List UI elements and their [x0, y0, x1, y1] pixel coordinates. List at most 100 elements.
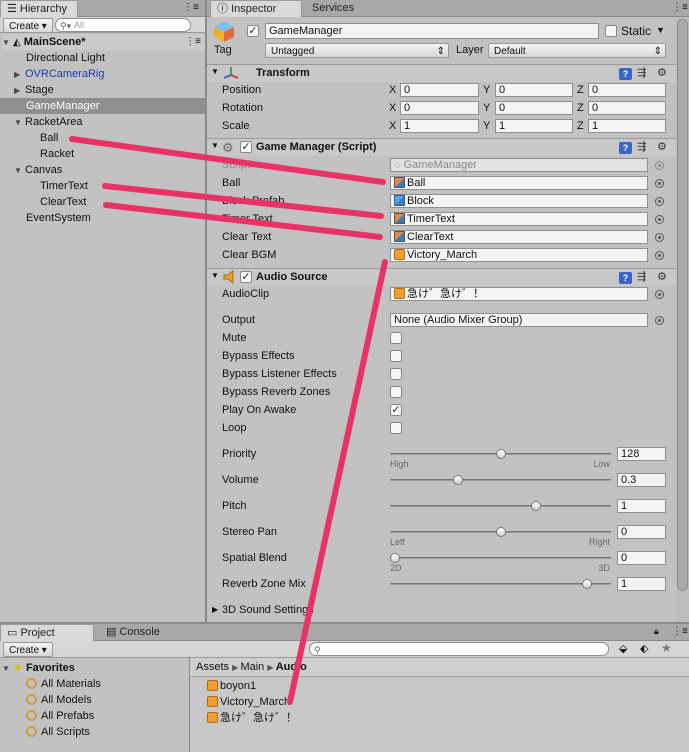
breadcrumb-main[interactable]: Main	[240, 661, 264, 673]
scale-z-field[interactable]: 1	[588, 119, 666, 133]
audio-checkbox[interactable]	[390, 350, 402, 362]
asset-item[interactable]: 急け゛急け゛！	[207, 710, 297, 726]
breadcrumb-audio[interactable]: Audio	[276, 661, 307, 673]
slider-value-field[interactable]: 1	[617, 499, 666, 513]
object-picker-icon[interactable]	[655, 316, 664, 325]
project-search-input[interactable]: ⚲	[309, 642, 609, 656]
object-picker-icon[interactable]	[655, 179, 664, 188]
timer-text-field[interactable]: TimerText	[390, 212, 648, 226]
gm-row-clear-text: Clear Text ClearText	[0, 228, 689, 246]
slider-knob[interactable]	[495, 527, 506, 537]
script-enabled-checkbox[interactable]: ✓	[240, 141, 252, 153]
scale-y-field[interactable]: 1	[495, 119, 573, 133]
scene-row[interactable]: ▼ ◭ MainScene* ⋮≡	[2, 34, 205, 50]
panel-menu-icon[interactable]: ⋮≡	[183, 2, 199, 13]
object-picker-icon[interactable]	[655, 215, 664, 224]
static-dropdown-icon[interactable]: ▼	[656, 25, 665, 35]
tag-dropdown[interactable]: Untagged ⇕	[265, 43, 449, 58]
console-icon: ▤	[106, 626, 120, 638]
audio-source-header[interactable]: ▼ ✓ Audio Source ? ⇶ ⚙	[207, 268, 676, 286]
favorites-root[interactable]: ▼ ★ Favorites	[2, 660, 75, 676]
object-picker-icon[interactable]	[655, 251, 664, 260]
object-picker-icon[interactable]	[655, 197, 664, 206]
active-checkbox[interactable]: ✓	[247, 25, 259, 37]
slider-track[interactable]	[390, 505, 611, 507]
slider-value-field[interactable]: 0.3	[617, 473, 666, 487]
lock-icon[interactable]: 🔒︎	[654, 626, 659, 637]
favorite-item[interactable]: All Scripts	[26, 724, 90, 740]
breadcrumb-assets[interactable]: Assets	[196, 661, 229, 673]
favorite-item[interactable]: All Prefabs	[26, 708, 94, 724]
slider-value-field[interactable]: 1	[617, 577, 666, 591]
filter-label-icon[interactable]: ⬖	[640, 642, 648, 655]
slider-knob[interactable]	[582, 579, 592, 589]
rotation-x-field[interactable]: 0	[400, 101, 479, 115]
slider-value-field[interactable]: 128	[617, 447, 666, 461]
clear-text-field[interactable]: ClearText	[390, 230, 648, 244]
slider-knob[interactable]	[495, 449, 506, 459]
tab-inspector[interactable]: ⓘ Inspector	[210, 0, 302, 17]
favorite-star-icon[interactable]: ★	[661, 641, 672, 655]
position-y-field[interactable]: 0	[495, 83, 573, 97]
rotation-y-field[interactable]: 0	[495, 101, 573, 115]
favorite-item[interactable]: All Models	[26, 692, 92, 708]
audio-checkbox[interactable]	[390, 422, 402, 434]
slider-track[interactable]	[390, 583, 611, 585]
slider-track[interactable]	[390, 557, 611, 559]
hierarchy-search-input[interactable]: ⚲▾ All	[55, 18, 191, 32]
transform-row-position: Position X0 Y0 Z0	[0, 81, 689, 99]
tab-hierarchy[interactable]: ☰ Hierarchy	[0, 0, 78, 17]
output-field[interactable]: None (Audio Mixer Group)	[390, 313, 648, 327]
audio-checkbox[interactable]: ✓	[390, 404, 402, 416]
check-label: Bypass Listener Effects	[222, 368, 337, 380]
audio-slider-row: Priority 128 High Low	[0, 445, 689, 469]
help-icon: ?	[619, 68, 632, 80]
ball-field[interactable]: Ball	[390, 176, 648, 190]
asset-item[interactable]: Victory_March	[207, 694, 290, 710]
filter-type-icon[interactable]: ⬙	[619, 642, 627, 655]
slider-track[interactable]	[390, 479, 611, 481]
tab-project[interactable]: ▭ Project	[0, 624, 94, 641]
block-prefab-field[interactable]: Block	[390, 194, 648, 208]
hier-item-directional-light[interactable]: Directional Light	[26, 50, 105, 66]
static-checkbox[interactable]	[605, 25, 617, 37]
tab-services[interactable]: Services	[306, 0, 360, 17]
slider-value-field[interactable]: 0	[617, 551, 666, 565]
audio-checkbox[interactable]	[390, 332, 402, 344]
transform-header[interactable]: ▼ Transform ? ⇶ ⚙	[207, 64, 676, 82]
star-icon: ★	[13, 662, 23, 674]
game-manager-header[interactable]: ▼ ⚙ ✓ Game Manager (Script) ? ⇶ ⚙	[207, 138, 676, 156]
object-picker-icon[interactable]	[655, 290, 664, 299]
scene-menu-icon[interactable]: ⋮≡	[185, 34, 201, 50]
audio-check-row: Bypass Reverb Zones	[0, 383, 689, 401]
rotation-z-field[interactable]: 0	[588, 101, 666, 115]
hierarchy-create-button[interactable]: Create ▾	[3, 18, 53, 33]
position-x-field[interactable]: 0	[400, 83, 479, 97]
layer-dropdown[interactable]: Default ⇕	[488, 43, 666, 58]
search-icon: ⚲	[314, 645, 321, 655]
tab-console[interactable]: ▤ Console	[100, 624, 166, 641]
object-name-field[interactable]: GameManager	[265, 23, 599, 39]
inspector-menu-icon[interactable]: ⋮≡	[672, 2, 688, 13]
position-z-field[interactable]: 0	[588, 83, 666, 97]
object-picker-icon[interactable]	[655, 233, 664, 242]
hier-item-ovrcamerarig[interactable]: ▶ OVRCameraRig	[14, 66, 104, 82]
project-menu-icon[interactable]: ⋮≡	[672, 626, 688, 637]
project-create-button[interactable]: Create ▾	[3, 642, 53, 657]
scrollbar-thumb[interactable]	[677, 19, 688, 591]
gm-row-timer-text: Timer Text TimerText	[0, 210, 689, 228]
inspector-scrollbar[interactable]	[676, 17, 689, 622]
clear-bgm-field[interactable]: Victory_March	[390, 248, 648, 262]
slider-knob[interactable]	[453, 475, 464, 485]
gear-icon: ⚙	[657, 67, 667, 79]
audio-checkbox[interactable]	[390, 386, 402, 398]
audio-checkbox[interactable]	[390, 368, 402, 380]
expand-arrow-icon: ▼	[211, 67, 219, 76]
slider-value-field[interactable]: 0	[617, 525, 666, 539]
audio-enabled-checkbox[interactable]: ✓	[240, 271, 252, 283]
favorite-item[interactable]: All Materials	[26, 676, 101, 692]
scale-x-field[interactable]: 1	[400, 119, 479, 133]
slider-knob[interactable]	[531, 501, 542, 511]
asset-item[interactable]: boyon1	[207, 678, 256, 694]
audioclip-field[interactable]: 急け゛急け゛！	[390, 287, 648, 301]
